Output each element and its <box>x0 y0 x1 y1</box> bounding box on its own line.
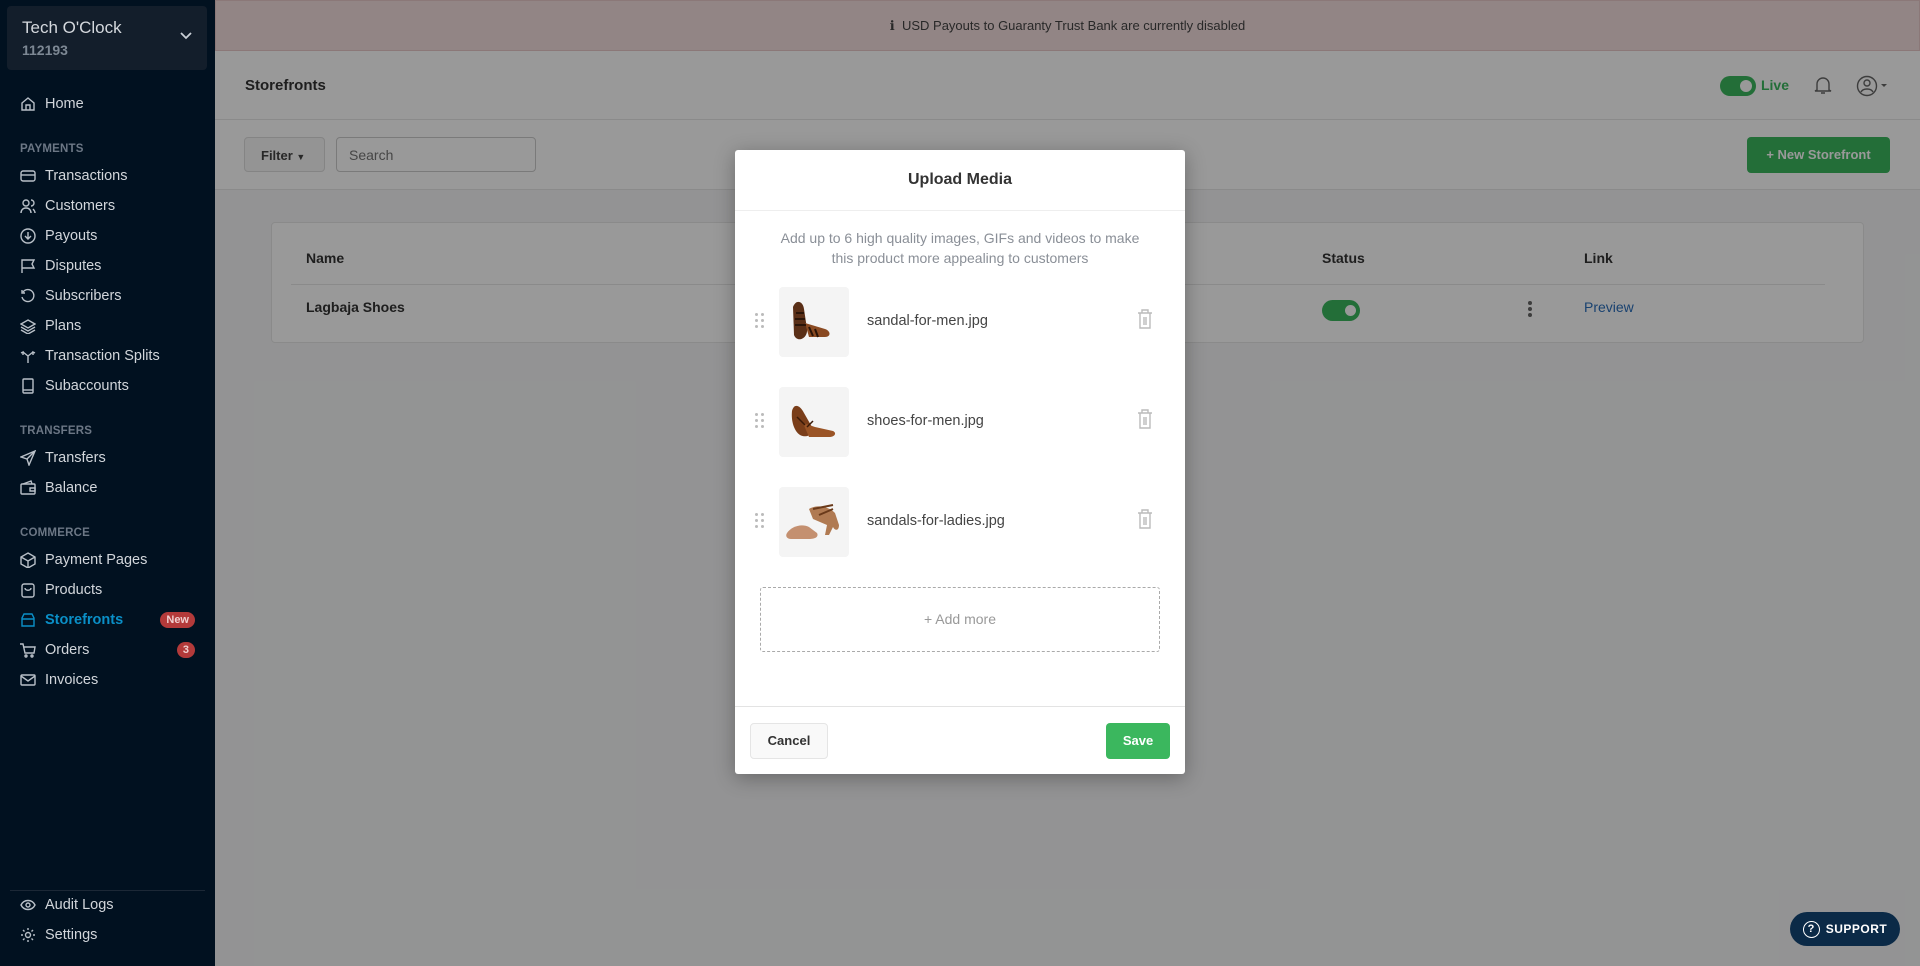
sidebar-divider <box>10 890 205 891</box>
bag-icon <box>21 583 35 598</box>
section-transfers: TRANSFERS <box>20 425 93 437</box>
org-switcher[interactable]: Tech O'Clock 112193 <box>7 6 207 70</box>
eye-icon <box>20 899 36 911</box>
card-icon <box>20 170 36 182</box>
sidebar-item-transactions[interactable]: Transactions <box>20 165 195 187</box>
sidebar-item-label: Home <box>45 96 84 112</box>
drag-handle-icon[interactable] <box>755 513 765 528</box>
add-more-dropzone[interactable]: + Add more <box>760 587 1160 652</box>
sidebar-item-settings[interactable]: Settings <box>20 924 195 946</box>
sidebar-item-products[interactable]: Products <box>20 579 195 601</box>
media-thumbnail <box>779 487 849 557</box>
sidebar-item-subaccounts[interactable]: Subaccounts <box>20 375 195 397</box>
send-icon <box>20 450 36 466</box>
cart-icon <box>20 643 36 658</box>
section-commerce: COMMERCE <box>20 527 90 539</box>
sidebar-item-disputes[interactable]: Disputes <box>20 255 195 277</box>
upload-media-modal: Upload Media Add up to 6 high quality im… <box>735 150 1185 774</box>
wallet-icon <box>20 480 36 495</box>
media-filename: sandal-for-men.jpg <box>867 313 988 329</box>
sidebar-item-storefronts[interactable]: Storefronts New <box>20 609 195 631</box>
sidebar-item-label: Balance <box>45 480 98 496</box>
media-thumbnail <box>779 287 849 357</box>
sidebar-item-label: Subaccounts <box>45 378 129 394</box>
sidebar-item-label: Storefronts <box>45 612 124 628</box>
sidebar-item-home[interactable]: Home <box>20 93 195 115</box>
sidebar-item-balance[interactable]: Balance <box>20 477 195 499</box>
sidebar-item-label: Audit Logs <box>45 897 114 913</box>
media-item: sandal-for-men.jpg <box>735 287 1185 357</box>
sidebar-item-label: Payouts <box>45 228 98 244</box>
help-icon: ? <box>1802 920 1820 938</box>
sidebar-item-customers[interactable]: Customers <box>20 195 195 217</box>
support-button[interactable]: ? SUPPORT <box>1790 912 1900 946</box>
drag-handle-icon[interactable] <box>755 413 765 428</box>
sidebar-item-orders[interactable]: Orders 3 <box>20 639 195 661</box>
orders-count-badge: 3 <box>176 642 195 658</box>
org-id: 112193 <box>22 42 68 58</box>
store-icon <box>21 613 35 627</box>
modal-description: Add up to 6 high quality images, GIFs an… <box>780 230 1140 266</box>
sidebar-item-label: Invoices <box>45 672 99 688</box>
flag-icon <box>21 259 36 273</box>
media-filename: sandals-for-ladies.jpg <box>867 513 1005 529</box>
save-button[interactable]: Save <box>1106 723 1170 759</box>
sidebar-item-subscribers[interactable]: Subscribers <box>20 285 195 307</box>
box-icon <box>20 552 36 568</box>
arrow-down-circle-icon <box>20 228 36 244</box>
media-item: shoes-for-men.jpg <box>735 387 1185 457</box>
trash-icon[interactable] <box>1137 509 1153 529</box>
sidebar-item-label: Disputes <box>45 258 102 274</box>
sidebar-item-audit-logs[interactable]: Audit Logs <box>20 894 195 916</box>
trash-icon[interactable] <box>1137 309 1153 329</box>
trash-icon[interactable] <box>1137 409 1153 429</box>
sidebar-item-label: Products <box>45 582 103 598</box>
sidebar-item-payouts[interactable]: Payouts <box>20 225 195 247</box>
split-icon <box>20 350 36 363</box>
modal-title: Upload Media <box>735 150 1185 211</box>
drag-handle-icon[interactable] <box>755 313 765 328</box>
mail-icon <box>20 674 36 686</box>
refresh-icon <box>21 288 35 303</box>
sidebar-item-label: Payment Pages <box>45 552 148 568</box>
sidebar-item-label: Subscribers <box>45 288 122 304</box>
sidebar-item-label: Settings <box>45 927 98 943</box>
sidebar-item-payment-pages[interactable]: Payment Pages <box>20 549 195 571</box>
users-icon <box>20 199 36 214</box>
layers-icon <box>20 319 36 334</box>
modal-footer-divider <box>735 706 1185 707</box>
sidebar-item-label: Transaction Splits <box>45 348 160 364</box>
org-name: Tech O'Clock <box>22 18 122 37</box>
sidebar-item-label: Orders <box>45 642 90 658</box>
sidebar-item-invoices[interactable]: Invoices <box>20 669 195 691</box>
media-filename: shoes-for-men.jpg <box>867 413 984 429</box>
sidebar-item-label: Transactions <box>45 168 128 184</box>
sidebar: Tech O'Clock 112193 Home PAYMENTS Transa… <box>0 0 215 966</box>
sidebar-item-transaction-splits[interactable]: Transaction Splits <box>20 345 195 367</box>
sidebar-item-label: Transfers <box>45 450 106 466</box>
chevron-down-icon <box>180 32 192 40</box>
sidebar-item-label: Customers <box>45 198 116 214</box>
sidebar-item-label: Plans <box>45 318 82 334</box>
book-icon <box>22 378 34 394</box>
home-icon <box>21 97 35 111</box>
media-item: sandals-for-ladies.jpg <box>735 487 1185 557</box>
gear-icon <box>21 928 35 942</box>
sidebar-item-plans[interactable]: Plans <box>20 315 195 337</box>
support-label: SUPPORT <box>1825 922 1888 936</box>
media-thumbnail <box>779 387 849 457</box>
section-payments: PAYMENTS <box>20 143 84 155</box>
sidebar-item-transfers[interactable]: Transfers <box>20 447 195 469</box>
new-badge: New <box>160 612 195 628</box>
cancel-button[interactable]: Cancel <box>750 723 828 759</box>
